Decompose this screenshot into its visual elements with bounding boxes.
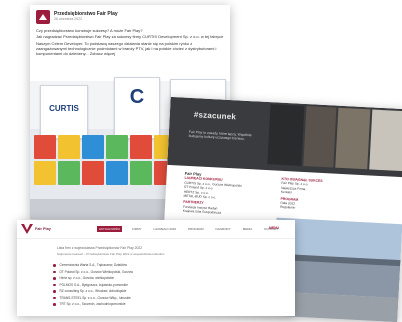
company-name: TRANS-STEEL Sp. z o.o., Gorzów Wlkp., lu… — [59, 295, 131, 300]
website-screenshot-card: Fair Play AKTUALNOŚCI FIRMY LAUREACI 202… — [17, 220, 295, 316]
company-name: RZ consulting Sp. z o.o., Wrocław, dolno… — [59, 289, 127, 294]
site-logo-text[interactable]: Fair Play — [35, 227, 51, 231]
bullet-icon — [53, 283, 56, 286]
bullet-icon — [53, 264, 56, 267]
menu-item-nagrody[interactable]: NAGRODY — [214, 226, 233, 232]
left-column: Fair Play LAUREACI KONKURSU CURTIS Sp. z… — [183, 171, 275, 218]
post-text: Czy przedsiębiorstwo konstruje sukcesy? … — [30, 26, 230, 59]
bullet-icon — [53, 290, 56, 293]
banner-subtext: Fair Play to zasady, które łączą. Wspóln… — [188, 129, 252, 142]
bullet-icon — [53, 270, 56, 273]
company-name: Cementownia Warta S.A., Trębaczew, Dział… — [59, 263, 127, 268]
hero-banner: #szacunek Fair Play to zasady, które łąc… — [167, 96, 402, 178]
post-header: Przedsiębiorstwo Fair Play 26 września 2… — [30, 5, 230, 26]
fair-play-logo-icon — [39, 14, 47, 20]
company-name: POLMOS S.A., Bydgoszcz, kujawsko-pomorsk… — [59, 282, 128, 287]
post-paragraph: Jak nagradzać Przedsiębiorstwo Fair Play… — [36, 34, 224, 40]
banner-panel — [369, 109, 402, 172]
company-list: Cementownia Warta S.A., Trębaczew, Dział… — [53, 262, 133, 308]
page-avatar[interactable] — [36, 10, 50, 24]
page-lead: Najnowsze laureaci – Przedsiębiorstwo Fa… — [57, 252, 165, 256]
banner-brand-text: CURTIS — [49, 104, 79, 113]
hashtag-heading: #szacunek — [193, 110, 237, 122]
page-title: Lista firm z województwa Przedsiębiorstw… — [57, 246, 143, 250]
menu-item-media[interactable]: MEDIA — [241, 226, 255, 232]
banner-panel — [335, 107, 371, 170]
bullet-icon — [53, 277, 56, 280]
company-name: Hertz sp. z o.o., Gorzów, wielkopolskie — [59, 276, 115, 281]
post-paragraph: Naszym Celem Developer. To podstawą nasz… — [36, 40, 217, 57]
menu-item-laureaci[interactable]: LAUREACI 2022 — [152, 226, 179, 232]
banner-panel — [267, 104, 305, 166]
post-date[interactable]: 26 września 2022 — [54, 17, 118, 22]
banner-brand-text: C — [129, 86, 145, 108]
menu-item-aktualnosci[interactable]: AKTUALNOŚCI — [97, 226, 123, 232]
site-menu: AKTUALNOŚCI FIRMY LAUREACI 2022 PROGRAM … — [97, 226, 288, 232]
company-name: DT Poland Sp. z o.o., Gorzów Wielkopolsk… — [59, 269, 133, 274]
bullet-icon — [53, 296, 56, 299]
post-meta: Przedsiębiorstwo Fair Play 26 września 2… — [54, 12, 118, 22]
menu-button[interactable]: MENU — [269, 226, 279, 230]
company-name: TRT Sp. z o.o., Szczecin, zachodniopomor… — [59, 302, 126, 307]
banner-panel — [303, 106, 337, 168]
list-item[interactable]: TRT Sp. z o.o., Szczecin, zachodniopomor… — [53, 301, 133, 308]
menu-item-program[interactable]: PROGRAM — [186, 226, 206, 232]
bullet-icon — [53, 303, 56, 306]
menu-item-firmy[interactable]: FIRMY — [130, 226, 143, 232]
post-paragraph: Czy przedsiębiorstwo konstruje sukcesy? … — [36, 28, 143, 33]
fair-play-logo-icon[interactable] — [21, 224, 33, 234]
right-column: KTO OSIĄGNĄŁ SUKCES Fair Play Sp. z o.o.… — [280, 177, 382, 215]
site-navbar: Fair Play AKTUALNOŚCI FIRMY LAUREACI 202… — [17, 220, 295, 239]
